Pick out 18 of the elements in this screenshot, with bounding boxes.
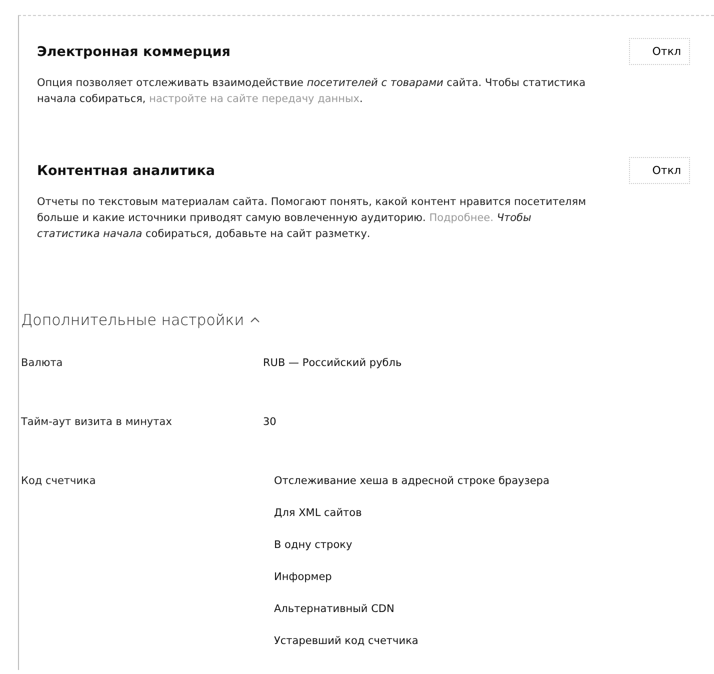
setting-value: 30	[263, 416, 278, 430]
advanced-settings-toggle[interactable]: Дополнительные настройки	[21, 311, 260, 329]
setting-label: Валюта	[21, 357, 64, 371]
section-title: Контентная аналитика	[37, 162, 216, 178]
code-option[interactable]: Отслеживание хеша в адресной строке браузера	[274, 475, 714, 487]
setting-label: Тайм-аут визита в минутах	[21, 416, 173, 430]
code-option[interactable]: Информер	[274, 571, 714, 583]
toggle-button[interactable]: Откл	[629, 157, 690, 184]
setting-value: RUB — Российский рубль	[263, 357, 403, 371]
setting-label: Код счетчика	[21, 475, 97, 489]
code-option[interactable]: Устаревший код счетчика	[274, 635, 714, 647]
code-option[interactable]: Альтернативный CDN	[274, 603, 714, 615]
section-description: Опция позволяет отслеживать взаимодействие посетителей с товарами сайта. Чтобы статистика начала собираться, настройте на сайте передачу данных.	[37, 76, 587, 107]
code-option[interactable]: В одну строку	[274, 539, 714, 551]
section-description: Отчеты по текстовым материалам сайта. Помогают понять, какой контент нравится посетителям больше и какие источники приводят самую вовлеченную аудиторию. Подробнее. Чтобы статистика начала собираться, добавьте на сайт разметку.	[37, 195, 587, 242]
code-option[interactable]: Для XML сайтов	[274, 507, 714, 519]
section-title: Электронная коммерция	[37, 44, 230, 60]
toggle-button[interactable]: Откл	[629, 38, 690, 65]
